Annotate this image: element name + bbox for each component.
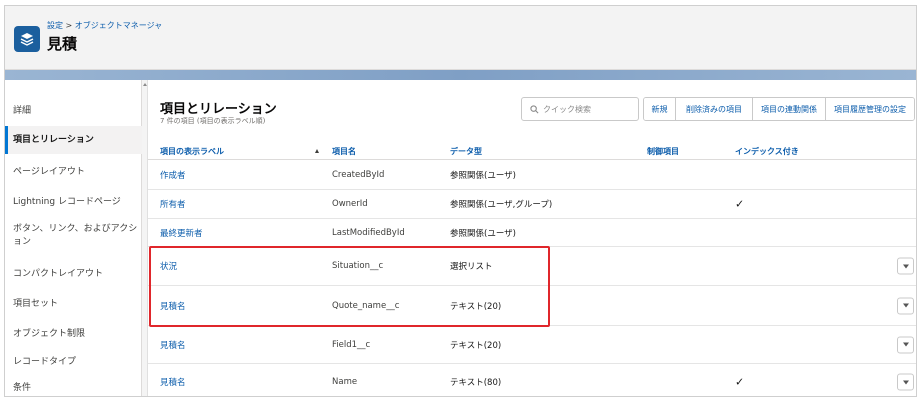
sidebar-item-object-limits[interactable]: オブジェクト制限 bbox=[5, 320, 142, 348]
row-actions-dropdown[interactable] bbox=[897, 373, 914, 391]
column-header-data-type[interactable]: データ型 bbox=[450, 146, 482, 157]
field-label-link[interactable]: 見積名 bbox=[160, 339, 186, 351]
table-header: 項目の表示ラベル 項目名 データ型 制御項目 インデックス付き bbox=[148, 144, 916, 160]
field-data-type: テキスト(20) bbox=[450, 340, 502, 351]
decorative-band bbox=[5, 70, 916, 80]
toolbar: 新規 削除済みの項目 項目の連動関係 項目履歴管理の設定 bbox=[643, 97, 915, 121]
field-api-name: OwnerId bbox=[332, 199, 368, 209]
field-data-type: 参照関係(ユーザ) bbox=[450, 228, 516, 239]
column-header-controlling-field[interactable]: 制御項目 bbox=[647, 146, 679, 157]
field-data-type: 参照関係(ユーザ,グループ) bbox=[450, 200, 553, 210]
sidebar-item-details[interactable]: 詳細 bbox=[5, 96, 142, 126]
sidebar-item-page-layouts[interactable]: ページレイアウト bbox=[5, 158, 142, 186]
sidebar-item-conditions[interactable]: 条件 bbox=[5, 376, 142, 396]
field-api-name: Name bbox=[332, 377, 358, 387]
chevron-down-icon bbox=[902, 264, 909, 268]
indexed-check-icon: ✓ bbox=[735, 197, 745, 211]
field-api-name: LastModifiedById bbox=[332, 227, 405, 238]
breadcrumb-separator: > bbox=[63, 21, 75, 30]
sidebar: 詳細 項目とリレーション ページレイアウト Lightning レコードページ … bbox=[5, 80, 142, 396]
chevron-down-icon bbox=[902, 380, 909, 384]
field-data-type: 参照関係(ユーザ) bbox=[450, 170, 516, 181]
table-row: 見積名 Quote_name__c テキスト(20) bbox=[148, 286, 916, 326]
main-content: 項目とリレーション 7 件の項目 (項目の表示ラベル順) 新規 削除済みの項目 … bbox=[148, 80, 916, 396]
field-label-link[interactable]: 見積名 bbox=[160, 376, 186, 388]
sidebar-item-record-types[interactable]: レコードタイプ bbox=[5, 348, 142, 376]
sort-ascending-icon bbox=[315, 149, 319, 153]
column-header-label[interactable]: 項目の表示ラベル bbox=[160, 146, 224, 157]
row-actions-dropdown[interactable] bbox=[897, 257, 914, 275]
table-row: 所有者 OwnerId 参照関係(ユーザ,グループ) ✓ bbox=[148, 190, 916, 219]
search-icon bbox=[530, 104, 539, 113]
field-label-link[interactable]: 見積名 bbox=[160, 300, 186, 312]
sidebar-item-field-sets[interactable]: 項目セット bbox=[5, 290, 142, 318]
field-api-name: Situation__c bbox=[332, 261, 384, 271]
column-header-indexed[interactable]: インデックス付き bbox=[735, 146, 799, 157]
deleted-fields-button[interactable]: 削除済みの項目 bbox=[676, 98, 753, 120]
sidebar-item-fields-relationships[interactable]: 項目とリレーション bbox=[5, 126, 142, 154]
page-title: 見積 bbox=[47, 35, 78, 53]
row-actions-dropdown[interactable] bbox=[897, 297, 914, 314]
table-row: 状況 Situation__c 選択リスト bbox=[148, 247, 916, 286]
field-label-link[interactable]: 所有者 bbox=[160, 198, 186, 210]
app-window: 設定 > オブジェクトマネージャ 見積 詳細 項目とリレーション ページレイアウ… bbox=[4, 5, 917, 397]
row-actions-dropdown[interactable] bbox=[897, 336, 914, 353]
table-row: 見積名 Field1__c テキスト(20) bbox=[148, 326, 916, 364]
field-data-type: テキスト(20) bbox=[450, 301, 502, 312]
field-label-link[interactable]: 状況 bbox=[160, 260, 177, 272]
field-data-type: テキスト(80) bbox=[450, 378, 502, 388]
field-api-name: CreatedById bbox=[332, 169, 385, 180]
field-label-link[interactable]: 作成者 bbox=[160, 169, 186, 181]
section-title: 項目とリレーション bbox=[160, 102, 277, 117]
table-row: 見積名 Name テキスト(80) ✓ bbox=[148, 364, 916, 396]
sidebar-item-lightning-record-pages[interactable]: Lightning レコードページ bbox=[5, 188, 142, 216]
breadcrumb-setup-link[interactable]: 設定 bbox=[47, 21, 63, 30]
field-history-settings-button[interactable]: 項目履歴管理の設定 bbox=[826, 98, 914, 120]
field-api-name: Quote_name__c bbox=[332, 300, 400, 311]
quick-search[interactable] bbox=[521, 97, 639, 121]
scroll-up-icon[interactable] bbox=[143, 83, 147, 86]
column-header-api-name[interactable]: 項目名 bbox=[332, 146, 356, 157]
layers-icon bbox=[14, 26, 40, 52]
chevron-down-icon bbox=[902, 342, 909, 347]
table-row: 最終更新者 LastModifiedById 参照関係(ユーザ) bbox=[148, 219, 916, 247]
sidebar-item-compact-layouts[interactable]: コンパクトレイアウト bbox=[5, 260, 142, 288]
table-row: 作成者 CreatedById 参照関係(ユーザ) bbox=[148, 160, 916, 190]
indexed-check-icon: ✓ bbox=[735, 375, 745, 389]
sidebar-item-buttons-links-actions[interactable]: ボタン、リンク、およびアクション bbox=[5, 218, 142, 254]
section-subtitle: 7 件の項目 (項目の表示ラベル順) bbox=[160, 117, 266, 125]
chevron-down-icon bbox=[902, 303, 909, 308]
page-header: 設定 > オブジェクトマネージャ 見積 bbox=[5, 6, 916, 70]
new-button[interactable]: 新規 bbox=[644, 98, 676, 120]
field-dependencies-button[interactable]: 項目の連動関係 bbox=[753, 98, 826, 120]
search-input[interactable] bbox=[543, 104, 633, 114]
breadcrumb-object-manager-link[interactable]: オブジェクトマネージャ bbox=[75, 21, 162, 30]
field-data-type: 選択リスト bbox=[450, 262, 493, 272]
field-label-link[interactable]: 最終更新者 bbox=[160, 227, 203, 239]
field-api-name: Field1__c bbox=[332, 339, 371, 350]
breadcrumb: 設定 > オブジェクトマネージャ bbox=[47, 20, 162, 31]
